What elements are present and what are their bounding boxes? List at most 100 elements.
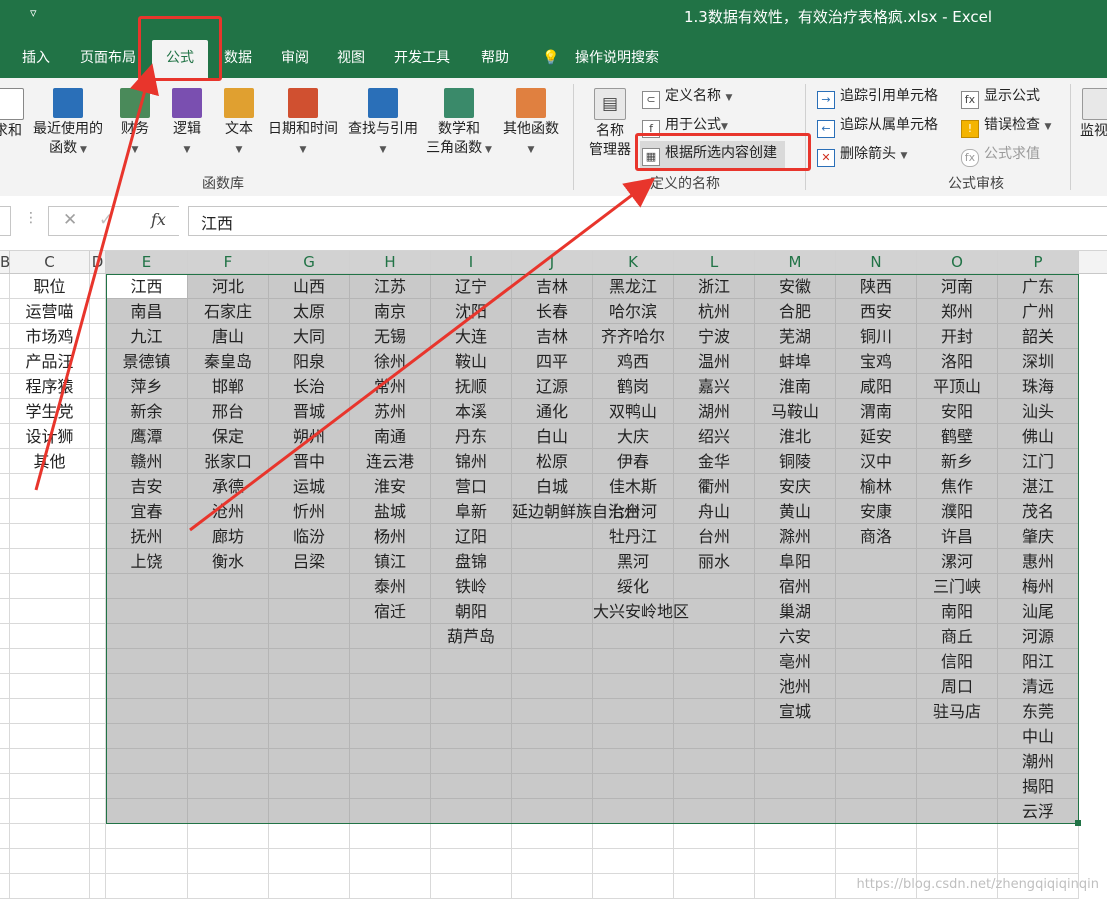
- column-header-O[interactable]: O: [917, 251, 998, 273]
- cell-G7[interactable]: 朔州: [269, 424, 350, 449]
- name-manager-button[interactable]: ▤ 名称 管理器: [586, 78, 634, 160]
- define-name-button[interactable]: ⊂ 定义名称 ▼: [642, 86, 732, 109]
- cell-F19[interactable]: [188, 724, 269, 749]
- cell-D20[interactable]: [90, 749, 106, 774]
- cell-B17[interactable]: [0, 674, 10, 699]
- cell-C7[interactable]: 设计狮: [10, 424, 90, 449]
- cell-O23[interactable]: [917, 824, 998, 849]
- cell-N14[interactable]: [836, 599, 917, 624]
- cell-F17[interactable]: [188, 674, 269, 699]
- cell-P11[interactable]: 肇庆: [998, 524, 1079, 549]
- cell-G11[interactable]: 临汾: [269, 524, 350, 549]
- cell-P20[interactable]: 潮州: [998, 749, 1079, 774]
- column-header-B[interactable]: B: [0, 251, 10, 273]
- cell-F21[interactable]: [188, 774, 269, 799]
- cell-K4[interactable]: 鸡西: [593, 349, 674, 374]
- quick-access-dropdown-icon[interactable]: ▿: [30, 6, 37, 21]
- column-header-F[interactable]: F: [188, 251, 269, 273]
- cell-J25[interactable]: [512, 874, 593, 899]
- cell-P14[interactable]: 汕尾: [998, 599, 1079, 624]
- cell-O21[interactable]: [917, 774, 998, 799]
- cell-M23[interactable]: [755, 824, 836, 849]
- cell-P6[interactable]: 汕头: [998, 399, 1079, 424]
- cell-M5[interactable]: 淮南: [755, 374, 836, 399]
- cell-G12[interactable]: 吕梁: [269, 549, 350, 574]
- cell-C2[interactable]: 运营喵: [10, 299, 90, 324]
- tab-1[interactable]: 插入: [22, 48, 50, 78]
- cell-K8[interactable]: 伊春: [593, 449, 674, 474]
- cell-B16[interactable]: [0, 649, 10, 674]
- cell-F1[interactable]: 河北: [188, 274, 269, 299]
- cell-E16[interactable]: [106, 649, 188, 674]
- cell-F14[interactable]: [188, 599, 269, 624]
- cell-K16[interactable]: [593, 649, 674, 674]
- cell-K24[interactable]: [593, 849, 674, 874]
- cell-N16[interactable]: [836, 649, 917, 674]
- cell-H1[interactable]: 江苏: [350, 274, 431, 299]
- cell-K19[interactable]: [593, 724, 674, 749]
- function-category-button-7[interactable]: 数学和 三角函数 ▼: [424, 78, 494, 160]
- cell-F6[interactable]: 邢台: [188, 399, 269, 424]
- use-in-formula-button[interactable]: f 用于公式▼: [642, 115, 728, 138]
- cell-D4[interactable]: [90, 349, 106, 374]
- cell-O20[interactable]: [917, 749, 998, 774]
- cell-M16[interactable]: 亳州: [755, 649, 836, 674]
- cell-D17[interactable]: [90, 674, 106, 699]
- cell-O12[interactable]: 漯河: [917, 549, 998, 574]
- tab-2[interactable]: 页面布局: [80, 48, 136, 78]
- cell-M11[interactable]: 滁州: [755, 524, 836, 549]
- cell-N5[interactable]: 咸阳: [836, 374, 917, 399]
- cell-L2[interactable]: 杭州: [674, 299, 755, 324]
- cell-J9[interactable]: 白城: [512, 474, 593, 499]
- cell-O4[interactable]: 洛阳: [917, 349, 998, 374]
- cell-F16[interactable]: [188, 649, 269, 674]
- cell-J22[interactable]: [512, 799, 593, 824]
- cell-M1[interactable]: 安徽: [755, 274, 836, 299]
- cell-F10[interactable]: 沧州: [188, 499, 269, 524]
- column-header-E[interactable]: E: [106, 251, 188, 273]
- cell-F4[interactable]: 秦皇岛: [188, 349, 269, 374]
- cell-B14[interactable]: [0, 599, 10, 624]
- cell-N7[interactable]: 延安: [836, 424, 917, 449]
- cell-H23[interactable]: [350, 824, 431, 849]
- cell-E25[interactable]: [106, 874, 188, 899]
- cell-I23[interactable]: [431, 824, 512, 849]
- cell-N15[interactable]: [836, 624, 917, 649]
- cell-P23[interactable]: [998, 824, 1079, 849]
- cell-P15[interactable]: 河源: [998, 624, 1079, 649]
- cell-N11[interactable]: 商洛: [836, 524, 917, 549]
- cell-O18[interactable]: 驻马店: [917, 699, 998, 724]
- cell-M4[interactable]: 蚌埠: [755, 349, 836, 374]
- column-header-M[interactable]: M: [755, 251, 836, 273]
- cell-H10[interactable]: 盐城: [350, 499, 431, 524]
- cell-D22[interactable]: [90, 799, 106, 824]
- remove-arrows-button[interactable]: ✕ 删除箭头 ▼: [817, 144, 907, 167]
- cell-B20[interactable]: [0, 749, 10, 774]
- cell-L12[interactable]: 丽水: [674, 549, 755, 574]
- cell-K23[interactable]: [593, 824, 674, 849]
- cell-K14[interactable]: 大兴安岭地区: [593, 599, 689, 624]
- cell-O17[interactable]: 周口: [917, 674, 998, 699]
- cell-C14[interactable]: [10, 599, 90, 624]
- cell-B12[interactable]: [0, 549, 10, 574]
- cell-J19[interactable]: [512, 724, 593, 749]
- cell-D10[interactable]: [90, 499, 106, 524]
- autosum-button[interactable]: 求和: [0, 78, 26, 141]
- cell-P7[interactable]: 佛山: [998, 424, 1079, 449]
- cell-H22[interactable]: [350, 799, 431, 824]
- cell-L7[interactable]: 绍兴: [674, 424, 755, 449]
- cell-G15[interactable]: [269, 624, 350, 649]
- cell-M14[interactable]: 巢湖: [755, 599, 836, 624]
- cell-N9[interactable]: 榆林: [836, 474, 917, 499]
- cell-F9[interactable]: 承德: [188, 474, 269, 499]
- cell-O22[interactable]: [917, 799, 998, 824]
- error-checking-button[interactable]: ! 错误检查 ▼: [961, 115, 1051, 138]
- cell-I12[interactable]: 盘锦: [431, 549, 512, 574]
- cell-M24[interactable]: [755, 849, 836, 874]
- cell-K18[interactable]: [593, 699, 674, 724]
- cell-L16[interactable]: [674, 649, 755, 674]
- cell-P12[interactable]: 惠州: [998, 549, 1079, 574]
- cell-L15[interactable]: [674, 624, 755, 649]
- cell-C9[interactable]: [10, 474, 90, 499]
- column-header-P[interactable]: P: [998, 251, 1079, 273]
